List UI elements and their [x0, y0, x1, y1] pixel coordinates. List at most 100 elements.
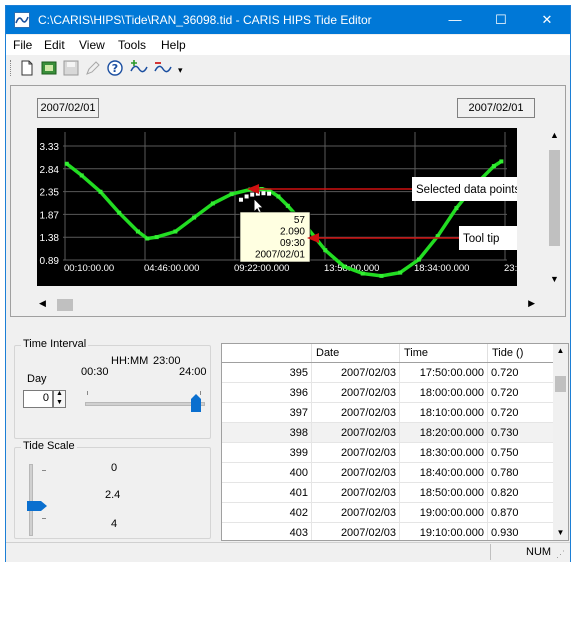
- selected-data-point: [250, 192, 255, 197]
- row-index-cell[interactable]: 396: [222, 382, 312, 403]
- column-header-index[interactable]: [222, 344, 312, 363]
- menu-view[interactable]: View: [79, 38, 105, 52]
- resize-grip-icon[interactable]: ⋰: [556, 549, 565, 560]
- data-point: [229, 192, 234, 197]
- table-row[interactable]: 396 2007/02/03 18:00:00.000 0.720: [222, 382, 555, 403]
- table-row[interactable]: 399 2007/02/03 18:30:00.000 0.750: [222, 442, 555, 463]
- time-cell[interactable]: 19:10:00.000: [399, 522, 488, 540]
- menu-help[interactable]: Help: [161, 38, 186, 52]
- time-cell[interactable]: 18:40:00.000: [399, 462, 488, 483]
- scroll-left-icon[interactable]: ◀: [39, 298, 46, 309]
- tide-cell[interactable]: 0.780: [487, 462, 555, 483]
- new-file-icon[interactable]: [18, 59, 36, 77]
- menu-tools[interactable]: Tools: [118, 38, 146, 52]
- time-cell[interactable]: 18:20:00.000: [399, 422, 488, 443]
- table-row[interactable]: 400 2007/02/03 18:40:00.000 0.780: [222, 462, 555, 483]
- time-cell[interactable]: 17:50:00.000: [399, 362, 488, 383]
- tide-cell[interactable]: 0.720: [487, 402, 555, 423]
- table-row[interactable]: 403 2007/02/03 19:10:00.000 0.930: [222, 522, 555, 540]
- spin-up-icon[interactable]: ▲: [56, 390, 63, 397]
- menu-file[interactable]: File: [13, 38, 32, 52]
- slider-tick: [42, 470, 46, 471]
- date-cell[interactable]: 2007/02/03: [311, 502, 400, 523]
- grid-vertical-scrollbar[interactable]: ▲ ▼: [553, 344, 568, 540]
- tide-data-grid[interactable]: Date Time Tide () 395 2007/02/03 17:50:00.…: [221, 343, 569, 541]
- interval-max-label: 24:00: [179, 366, 207, 378]
- tide-cell[interactable]: 0.750: [487, 442, 555, 463]
- close-button[interactable]: ✕: [524, 6, 570, 34]
- vertical-scroll-thumb[interactable]: [549, 150, 560, 246]
- row-index-cell[interactable]: 403: [222, 522, 312, 540]
- date-cell[interactable]: 2007/02/03: [311, 462, 400, 483]
- scroll-down-icon[interactable]: ▼: [546, 274, 563, 284]
- table-row[interactable]: 397 2007/02/03 18:10:00.000 0.720: [222, 402, 555, 423]
- row-index-cell[interactable]: 395: [222, 362, 312, 383]
- date-cell[interactable]: 2007/02/03: [311, 482, 400, 503]
- row-index-cell[interactable]: 399: [222, 442, 312, 463]
- add-point-icon[interactable]: [130, 59, 148, 77]
- selected-data-point: [244, 194, 249, 199]
- table-row[interactable]: 398 2007/02/03 18:20:00.000 0.730: [222, 422, 555, 443]
- tide-cell[interactable]: 0.820: [487, 482, 555, 503]
- table-row[interactable]: 401 2007/02/03 18:50:00.000 0.820: [222, 482, 555, 503]
- date-cell[interactable]: 2007/02/03: [311, 402, 400, 423]
- tide-chart[interactable]: 3.33 2.84 2.35 1.87 1.38 0.89 00:10:00.00 04:46…: [37, 128, 544, 286]
- day-spin-buttons[interactable]: ▲ ▼: [53, 390, 66, 408]
- row-index-cell[interactable]: 400: [222, 462, 312, 483]
- date-cell[interactable]: 2007/02/03: [311, 382, 400, 403]
- column-header-tide[interactable]: Tide (): [487, 344, 555, 363]
- data-point: [79, 173, 84, 178]
- scroll-right-icon[interactable]: ▶: [528, 298, 535, 309]
- hhmm-value: 23:00: [153, 355, 181, 367]
- column-header-date[interactable]: Date: [311, 344, 400, 363]
- chart-horizontal-scrollbar[interactable]: ◀ ▶: [37, 296, 537, 314]
- tide-cell[interactable]: 0.720: [487, 382, 555, 403]
- time-interval-slider[interactable]: [85, 388, 205, 412]
- app-window: C:\CARIS\HIPS\Tide\RAN_36098.tid - CARIS…: [5, 5, 571, 562]
- time-cell[interactable]: 18:00:00.000: [399, 382, 488, 403]
- row-index-cell[interactable]: 398: [222, 422, 312, 443]
- row-index-cell[interactable]: 397: [222, 402, 312, 423]
- scroll-up-icon[interactable]: ▲: [546, 130, 563, 140]
- column-header-time[interactable]: Time: [399, 344, 488, 363]
- day-spinner[interactable]: 0: [23, 390, 53, 408]
- help-icon[interactable]: ?: [106, 59, 124, 77]
- save-icon[interactable]: [62, 59, 80, 77]
- date-cell[interactable]: 2007/02/03: [311, 362, 400, 383]
- time-cell[interactable]: 18:50:00.000: [399, 482, 488, 503]
- time-interval-thumb[interactable]: [191, 394, 201, 412]
- table-row[interactable]: 402 2007/02/03 19:00:00.000 0.870: [222, 502, 555, 523]
- tide-scale-thumb[interactable]: [27, 500, 47, 511]
- grid-scroll-down-icon[interactable]: ▼: [553, 528, 568, 537]
- date-cell[interactable]: 2007/02/03: [311, 422, 400, 443]
- tide-plot[interactable]: 3.33 2.84 2.35 1.87 1.38 0.89 00:10:00.00 04:46…: [37, 128, 544, 286]
- horizontal-scroll-thumb[interactable]: [57, 299, 73, 311]
- time-cell[interactable]: 18:30:00.000: [399, 442, 488, 463]
- data-point: [64, 161, 69, 166]
- time-cell[interactable]: 18:10:00.000: [399, 402, 488, 423]
- date-cell[interactable]: 2007/02/03: [311, 522, 400, 540]
- minimize-button[interactable]: —: [432, 6, 478, 34]
- tide-scale-tick-bottom: 4: [111, 518, 118, 530]
- row-index-cell[interactable]: 402: [222, 502, 312, 523]
- remove-point-icon[interactable]: [154, 59, 172, 77]
- tide-cell[interactable]: 0.730: [487, 422, 555, 443]
- spin-down-icon[interactable]: ▼: [56, 399, 63, 406]
- table-row[interactable]: 395 2007/02/03 17:50:00.000 0.720: [222, 362, 555, 383]
- tide-cell[interactable]: 0.870: [487, 502, 555, 523]
- tide-cell[interactable]: 0.930: [487, 522, 555, 540]
- time-cell[interactable]: 19:00:00.000: [399, 502, 488, 523]
- grid-scroll-thumb[interactable]: [555, 376, 566, 392]
- grid-scroll-up-icon[interactable]: ▲: [553, 346, 568, 355]
- date-cell[interactable]: 2007/02/03: [311, 442, 400, 463]
- tide-scale-slider[interactable]: [27, 464, 49, 536]
- menu-edit[interactable]: Edit: [44, 38, 65, 52]
- num-lock-indicator: NUM: [526, 546, 552, 558]
- open-file-icon[interactable]: [40, 59, 58, 77]
- row-index-cell[interactable]: 401: [222, 482, 312, 503]
- edit-disabled-icon[interactable]: [84, 59, 102, 77]
- chart-vertical-scrollbar[interactable]: ▲ ▼: [546, 128, 563, 288]
- maximize-button[interactable]: ☐: [478, 6, 524, 34]
- toolbar-overflow-icon[interactable]: ▾: [178, 65, 183, 76]
- tide-cell[interactable]: 0.720: [487, 362, 555, 383]
